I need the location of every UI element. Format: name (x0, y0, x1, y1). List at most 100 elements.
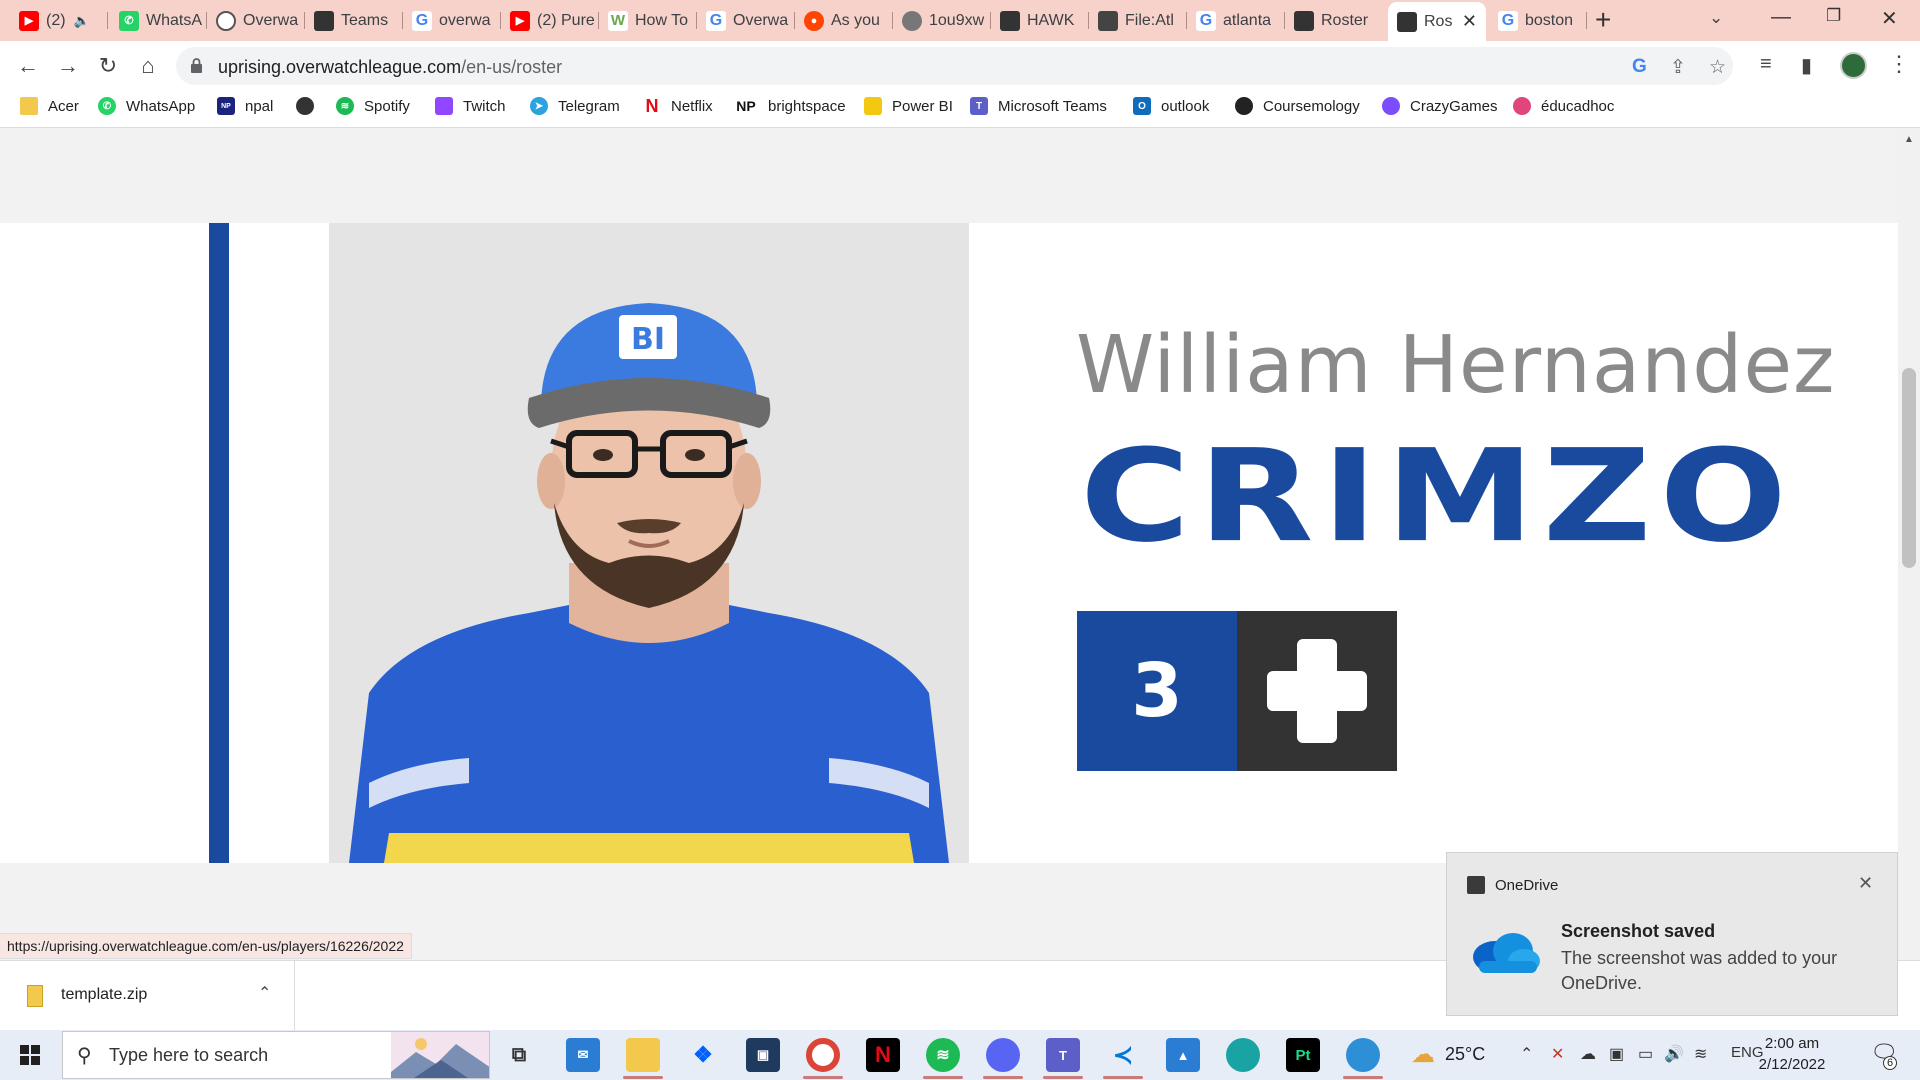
tab-overwatch[interactable]: Overwa (207, 4, 305, 37)
netflix-icon[interactable]: N (866, 1038, 900, 1072)
bookmark-brightspace[interactable]: NP brightspace (734, 97, 845, 115)
dropbox-icon[interactable]: ❖ (686, 1038, 720, 1072)
scroll-up-icon[interactable]: ▲ (1904, 134, 1914, 145)
np-icon: NP (736, 98, 756, 114)
chevron-up-icon[interactable]: ⌃ (1520, 1044, 1533, 1064)
bookmark-netflix[interactable]: N Netflix (643, 95, 713, 116)
wifi-icon[interactable]: ≋ (1694, 1044, 1707, 1064)
spotify-icon[interactable]: ≋ (926, 1038, 960, 1072)
chrome-icon[interactable] (806, 1038, 840, 1072)
tab-google-search-1[interactable]: G overwa (403, 4, 501, 37)
edge-beta-icon[interactable] (1346, 1038, 1380, 1072)
minimize-button[interactable]: — (1771, 6, 1791, 29)
tab-wiki-file[interactable]: File:Atl (1089, 4, 1187, 37)
share-icon[interactable]: ⇪ (1670, 56, 1686, 79)
mute-icon[interactable]: 🔈 (74, 13, 90, 29)
tab-teams[interactable]: Teams (305, 4, 403, 37)
bookmark-microsoft-teams[interactable]: T Microsoft Teams (970, 97, 1107, 115)
tab-youtube-1[interactable]: ▶ (2) 🔈 (10, 4, 108, 37)
player-card[interactable]: BI William Hernandez CRIMZO 3 (0, 223, 1898, 863)
page-scrollbar[interactable]: ▲ (1898, 128, 1920, 960)
onedrive-tray-icon[interactable]: ☁ (1580, 1044, 1596, 1064)
close-tab-icon[interactable]: ✕ (1462, 11, 1477, 32)
weather-icon: ☁ (1411, 1041, 1435, 1068)
weather-widget[interactable]: ☁ 25°C (1411, 1040, 1485, 1069)
notification-app-name: OneDrive (1495, 877, 1559, 894)
bookmark-telegram[interactable]: ➤ Telegram (530, 97, 620, 115)
overwatch-icon (216, 10, 236, 31)
home-button[interactable]: ⌂ (135, 53, 161, 79)
tab-roster-active[interactable]: Ros ✕ (1388, 2, 1486, 41)
app-icon[interactable]: ▣ (746, 1038, 780, 1072)
security-icon[interactable]: ✕ (1551, 1044, 1564, 1064)
system-clock[interactable]: 2:00 am 2/12/2022 (1752, 1033, 1832, 1075)
bookmark-crazygames[interactable]: CrazyGames (1382, 97, 1498, 115)
start-button[interactable] (20, 1045, 40, 1065)
tab-google-search-3[interactable]: G atlanta (1187, 4, 1285, 37)
mail-icon[interactable]: ✉ (566, 1038, 600, 1072)
bookmark-educadhoc[interactable]: éducadhoc (1513, 97, 1614, 115)
netflix-icon: N (645, 95, 659, 116)
tab-label: atlanta (1223, 11, 1272, 29)
tab-reddit[interactable]: ● As you (795, 4, 893, 37)
new-tab-button[interactable]: + (1595, 6, 1611, 34)
reload-button[interactable]: ↻ (95, 53, 121, 79)
url-text[interactable]: uprising.overwatchleague.com/en-us/roste… (218, 57, 562, 78)
file-explorer-icon[interactable] (626, 1038, 660, 1072)
bookmark-label: Spotify (364, 97, 410, 115)
back-button[interactable]: ← (15, 53, 41, 79)
battery-icon[interactable]: ▭ (1638, 1044, 1653, 1064)
notification-body: The screenshot was added to your OneDriv… (1561, 948, 1838, 993)
lock-icon[interactable] (190, 58, 203, 73)
profile-avatar[interactable] (1840, 52, 1867, 79)
bookmark-twitch[interactable]: Twitch (435, 97, 506, 115)
tab-wikihow[interactable]: W How To (599, 4, 697, 37)
tab-google-search-2[interactable]: G Overwa (697, 4, 795, 37)
bookmark-acer[interactable]: Acer (20, 97, 79, 115)
meet-now-icon[interactable]: ▣ (1609, 1044, 1624, 1064)
onedrive-cloud-icon (1473, 933, 1540, 973)
tab-globe[interactable]: 1ou9xw (893, 4, 991, 37)
bookmark-powerbi[interactable]: Power BI (864, 97, 953, 115)
volume-icon[interactable]: 🔊 (1664, 1044, 1684, 1064)
bookmark-outlook[interactable]: Ooutlook (1133, 97, 1209, 115)
media-control-icon[interactable]: ≡ (1760, 53, 1772, 76)
tab-roster[interactable]: Roster (1285, 4, 1383, 37)
edge-icon[interactable] (1226, 1038, 1260, 1072)
bookmark-label: Netflix (671, 97, 713, 115)
close-icon[interactable]: ✕ (1858, 873, 1873, 894)
forward-button[interactable]: → (55, 53, 81, 79)
bookmark-star-icon[interactable]: ☆ (1709, 56, 1726, 79)
discord-icon[interactable] (986, 1038, 1020, 1072)
coursemology-icon (1235, 97, 1253, 115)
bookmark-whatsapp[interactable]: ✆ WhatsApp (98, 97, 195, 115)
onedrive-notification[interactable]: OneDrive ✕ Screenshot saved The screensh… (1446, 852, 1898, 1016)
tab-whatsapp[interactable]: ✆ WhatsA (110, 4, 207, 37)
task-view-icon[interactable]: ⧉ (502, 1038, 536, 1072)
menu-icon[interactable]: ⋮ (1888, 51, 1910, 77)
address-bar[interactable]: uprising.overwatchleague.com/en-us/roste… (176, 47, 1733, 85)
bookmark-spotify[interactable]: ≋ Spotify (336, 97, 410, 115)
tab-search-icon[interactable]: ⌄ (1709, 8, 1723, 28)
bookmark-npal[interactable]: NP npal (217, 97, 273, 115)
url-path: /en-us/roster (461, 57, 563, 77)
search-icon: ⚲ (77, 1045, 92, 1067)
bookmark-globe[interactable] (296, 97, 324, 115)
close-window-button[interactable]: ✕ (1881, 6, 1898, 31)
vscode-icon[interactable]: ≺ (1106, 1038, 1140, 1072)
pycharm-icon[interactable]: Pt (1286, 1038, 1320, 1072)
tab-google-search-4[interactable]: G boston (1489, 4, 1587, 37)
taskbar-search-box[interactable]: ⚲ Type here to search (62, 1031, 490, 1079)
bookmark-label: Twitch (463, 97, 506, 115)
scrollbar-thumb[interactable] (1902, 368, 1916, 568)
download-item[interactable]: template.zip ⌃ (0, 961, 295, 1031)
google-translate-icon[interactable]: G (1632, 56, 1647, 78)
bookmark-coursemology[interactable]: Coursemology (1235, 97, 1360, 115)
teams-icon[interactable]: T (1046, 1038, 1080, 1072)
restore-button[interactable]: ❐ (1826, 6, 1841, 26)
side-panel-icon[interactable]: ▮ (1801, 53, 1812, 78)
tab-hawk[interactable]: HAWK (991, 4, 1089, 37)
chevron-up-icon[interactable]: ⌃ (258, 983, 271, 1003)
tab-youtube-2[interactable]: ▶ (2) Pure (501, 4, 599, 37)
photos-icon[interactable]: ▲ (1166, 1038, 1200, 1072)
